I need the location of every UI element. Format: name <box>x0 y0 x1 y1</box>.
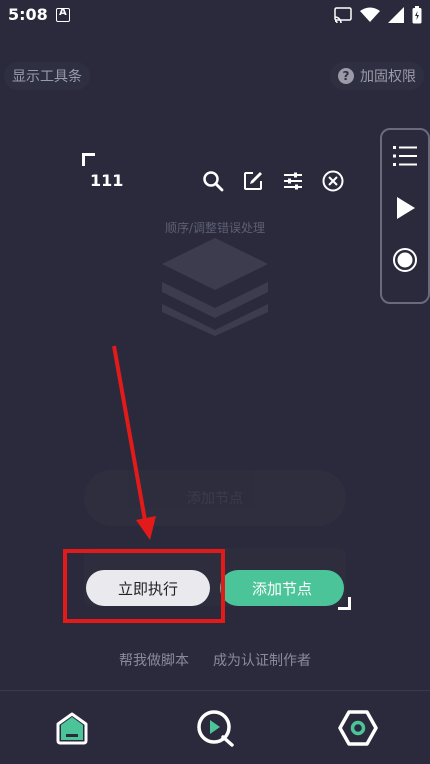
empty-layers-icon <box>162 238 268 336</box>
list-icon <box>393 146 417 166</box>
close-circle-icon <box>322 170 344 192</box>
play-q-icon <box>197 709 234 747</box>
nav-player[interactable] <box>185 698 245 758</box>
add-node-button[interactable]: 添加节点 <box>220 570 344 606</box>
list-button[interactable] <box>382 130 428 182</box>
play-icon <box>397 197 415 219</box>
home-icon <box>56 712 88 744</box>
highlight-box <box>63 549 225 623</box>
search-button[interactable] <box>200 168 226 194</box>
ghost-add-node: 添加节点 <box>84 470 346 526</box>
help-write-script-link[interactable]: 帮我做脚本 <box>119 650 189 670</box>
settings-sliders-icon <box>284 172 302 190</box>
cast-icon <box>334 7 352 23</box>
become-author-link[interactable]: 成为认证制作者 <box>213 650 311 670</box>
wifi-icon <box>360 7 380 22</box>
floating-control-panel <box>380 128 430 304</box>
nav-settings[interactable] <box>328 698 388 758</box>
play-button[interactable] <box>382 182 428 234</box>
status-bar: 5:08 <box>0 0 430 30</box>
bottom-nav <box>0 691 430 764</box>
reinforce-permission-button[interactable]: ? 加固权限 <box>330 62 424 90</box>
script-name: 111 <box>90 171 124 190</box>
signal-icon <box>388 7 404 23</box>
search-icon <box>203 171 224 192</box>
record-button[interactable] <box>382 234 428 286</box>
resize-handle-bottom-right[interactable] <box>338 597 351 610</box>
script-toolbar <box>200 168 346 194</box>
close-script-button[interactable] <box>320 168 346 194</box>
nav-home[interactable] <box>42 698 102 758</box>
notification-a-icon <box>56 7 70 22</box>
edit-button[interactable] <box>240 168 266 194</box>
help-icon: ? <box>338 68 354 84</box>
show-toolbar-button[interactable]: 显示工具条 <box>4 62 90 90</box>
footer-links: 帮我做脚本 成为认证制作者 <box>0 650 430 670</box>
edit-icon <box>244 172 262 190</box>
script-hint-text: 顺序/调整错误处理 <box>164 221 266 235</box>
hex-settings-icon <box>338 709 379 746</box>
status-time: 5:08 <box>8 5 48 24</box>
settings-button[interactable] <box>280 168 306 194</box>
battery-icon <box>412 6 422 24</box>
resize-handle-top-left[interactable] <box>82 153 95 166</box>
reinforce-permission-label: 加固权限 <box>360 69 416 85</box>
status-icons <box>334 6 422 24</box>
record-icon <box>393 248 417 272</box>
